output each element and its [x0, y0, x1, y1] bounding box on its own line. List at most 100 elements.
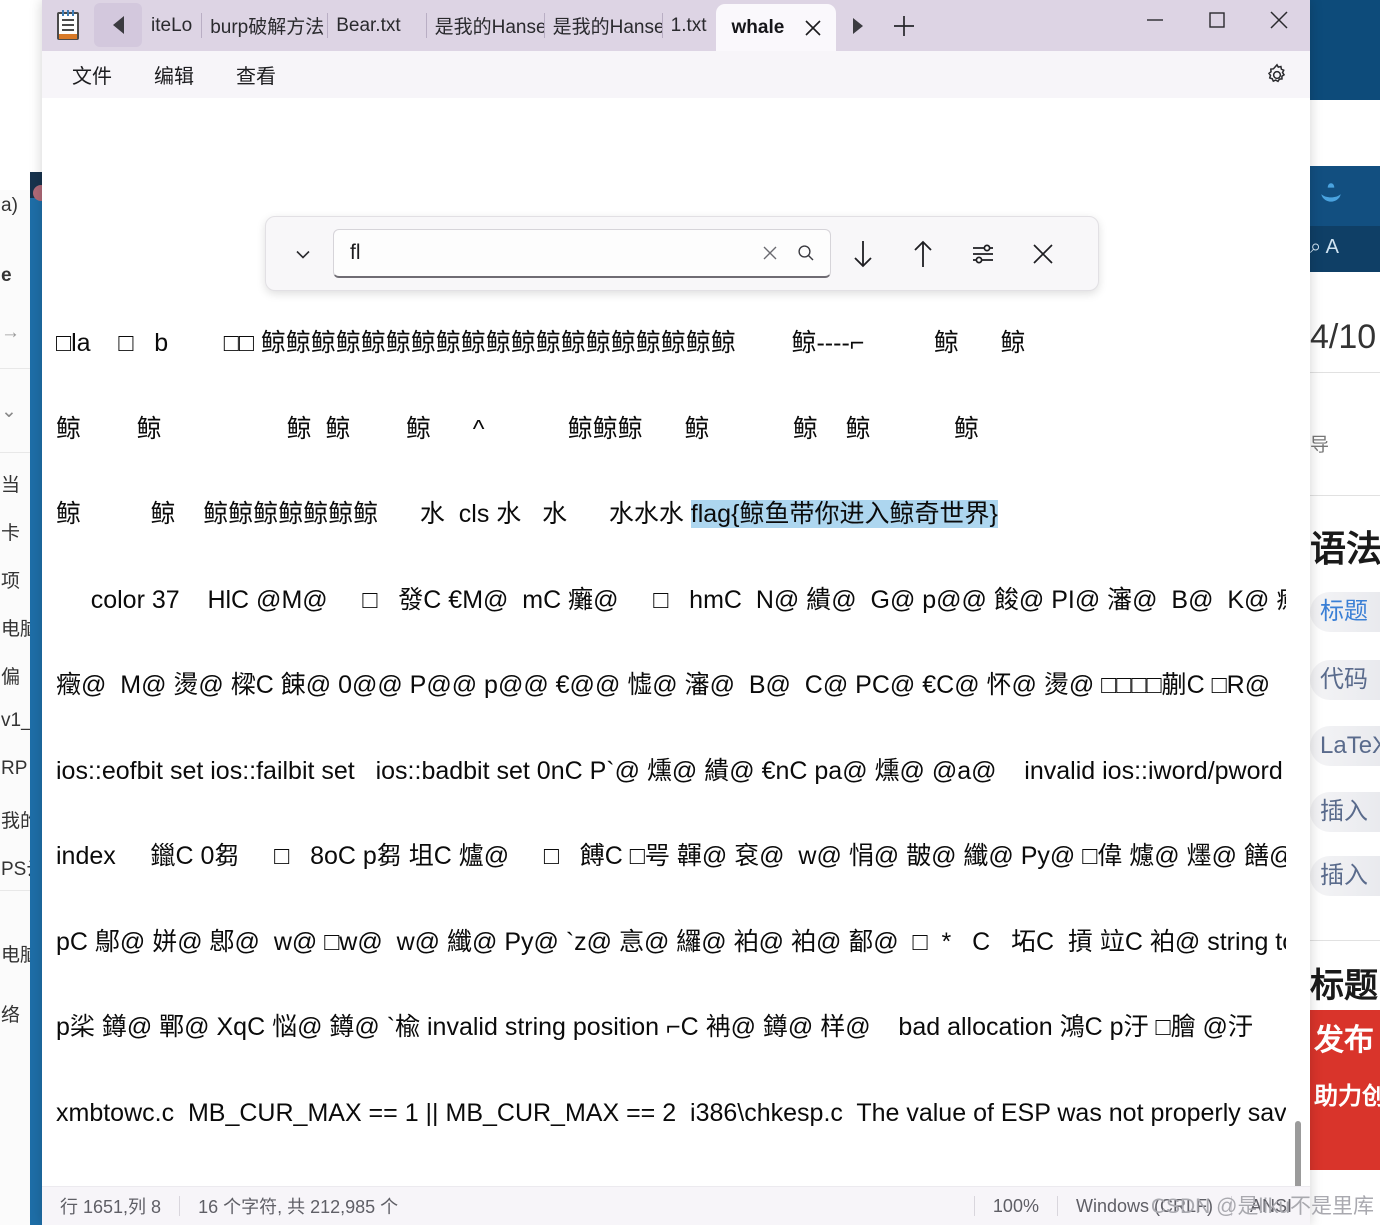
search-match-highlight: flag{鲸鱼带你进入鲸奇世界} [690, 500, 998, 528]
background-right-pill-1[interactable]: 代码 [1310, 660, 1380, 700]
background-right-divider-0 [1310, 372, 1380, 373]
tab-item[interactable]: Bear.txt [327, 0, 409, 51]
document-line: ios::eofbit set ios::failbit set ios::ba… [56, 756, 1283, 785]
document-line-with-highlight: 鲸 鲸 鲸鲸鲸鲸鲸鲸鲸 水 cls 水 水 水水水 flag{鲸鱼带你进入鲸奇世… [56, 500, 1286, 529]
background-right-search-icon: ⌕ A [1310, 236, 1339, 258]
tab-list: iteLo burp破解方法 Bear.txt 是我的Hanse 是我的Hans… [142, 0, 837, 51]
background-left-text-3: ⌄ [1, 401, 17, 422]
find-previous-button[interactable] [895, 228, 951, 280]
background-right-divider-1 [1310, 495, 1380, 496]
tab-label: 是我的Hanse [552, 17, 662, 38]
maximize-button[interactable] [1186, 0, 1248, 40]
search-button[interactable] [788, 235, 824, 271]
background-left-divider-2 [0, 890, 30, 891]
tab-item[interactable]: iteLo [142, 0, 201, 51]
find-input-shell[interactable] [333, 229, 831, 278]
arrow-up-icon [914, 240, 932, 267]
menu-bar: 文件 编辑 查看 [42, 51, 1310, 98]
background-left-item-6: RP [1, 758, 28, 779]
close-icon [1033, 243, 1053, 264]
tab-item[interactable]: 是我的Hanse [425, 0, 544, 51]
chevron-down-icon [296, 250, 310, 259]
document-line: index 鑞C 0芻 □ 8oC p芻 坥C 爐@ □ 餺C □咢 韗@ 袞@… [56, 842, 1286, 870]
tabs-scroll-left-button[interactable] [94, 3, 142, 47]
tab-label: whale [731, 16, 785, 38]
tab-label: Bear.txt [336, 14, 401, 36]
tabs-scroll-right-button[interactable] [836, 0, 880, 51]
background-right-pill-2[interactable]: LaTeX [1310, 726, 1380, 766]
menu-file[interactable]: 文件 [56, 54, 128, 95]
menu-edit[interactable]: 编辑 [138, 54, 210, 95]
new-tab-button[interactable] [880, 0, 928, 51]
background-right-pill-3[interactable]: 插入 [1310, 792, 1380, 832]
scrollbar-thumb[interactable] [1295, 1121, 1301, 1186]
find-expand-button[interactable] [282, 233, 324, 275]
background-right-banner-text-1: 助力创 [1314, 1083, 1380, 1110]
background-blue-sidebar [30, 190, 42, 1225]
triangle-left-icon [112, 16, 124, 34]
vertical-scrollbar[interactable] [1290, 98, 1306, 1186]
document-line-prefix: 鲸 鲸 鲸鲸鲸鲸鲸鲸鲸 水 cls 水 水 水水水 [56, 500, 691, 528]
background-left-text-0: a) [1, 195, 18, 216]
tab-strip: iteLo burp破解方法 Bear.txt 是我的Hanse 是我的Hans… [42, 0, 1310, 51]
find-next-button[interactable] [835, 228, 891, 280]
sliders-icon [973, 244, 993, 263]
tab-item[interactable]: 是我的Hanse [543, 0, 662, 51]
background-left-divider-0 [0, 368, 30, 369]
tab-label: 1.txt [670, 14, 707, 36]
background-left-item-0: 当 [1, 475, 21, 496]
cursor-position[interactable]: 行 1651,列 8 [42, 1195, 179, 1217]
tab-item-active[interactable]: whale [715, 4, 837, 51]
background-left-item-4: 偏 [1, 667, 21, 688]
tab-item[interactable]: burp破解方法 [201, 0, 327, 51]
background-left-text-1: e [1, 265, 12, 286]
find-close-button[interactable] [1015, 228, 1071, 280]
background-left-divider-1 [0, 452, 30, 453]
tab-label: burp破解方法 [210, 17, 325, 38]
maximize-icon [1209, 12, 1225, 28]
close-window-button[interactable] [1248, 0, 1310, 40]
whale-icon [1321, 183, 1341, 202]
status-bar: 行 1651,列 8 16 个字符, 共 212,985 个 100% Wind… [42, 1186, 1310, 1225]
gear-icon [1267, 63, 1286, 82]
triangle-right-icon [853, 17, 864, 34]
document-line: xmbtowc.c MB_CUR_MAX == 1 || MB_CUR_MAX … [56, 1098, 1286, 1127]
background-left-item-1: 卡 [1, 523, 21, 544]
zoom-level[interactable]: 100% [975, 1195, 1057, 1217]
document-line: color 37 HlC @M@ □ 發C €M@ mC 癱@ □ hmC N@… [56, 585, 1286, 614]
tab-item[interactable]: 1.txt [661, 0, 716, 51]
background-right-heading: 语法 [1310, 528, 1380, 569]
background-right-pill-4[interactable]: 插入 [1310, 856, 1380, 896]
tab-label: iteLo [151, 14, 193, 36]
background-right-pill-0[interactable]: 标题 [1310, 592, 1380, 632]
arrow-down-icon [854, 240, 872, 267]
document-line: pC 鄥@ 姘@ 鄎@ w@ □w@ w@ 纖@ Py@ `z@ 悥@ 纙@ 袙… [56, 927, 1286, 956]
character-count: 16 个字符, 共 212,985 个 [198, 1197, 399, 1217]
menu-view[interactable]: 查看 [220, 54, 292, 95]
minimize-button[interactable] [1124, 0, 1186, 40]
background-right-subheading: 标题 [1310, 967, 1378, 1005]
document-line: □la □ b □□ 鲸鲸鲸鲸鲸鲸鲸鲸鲸鲸鲸鲸鲸鲸鲸鲸鲸鲸鲸 鲸----⌐ 鲸 … [56, 329, 1026, 357]
background-right-navy-bar [1310, 0, 1380, 100]
document-line: p桬 鐏@ 鄲@ XqC 悩@ 鐏@ `楡 invalid string pos… [56, 1013, 1253, 1041]
background-left-item-2: 项 [1, 571, 21, 592]
clear-search-button[interactable] [752, 235, 788, 271]
background-left-text-2: → [1, 322, 20, 343]
background-right-date: 4/10 [1310, 318, 1377, 356]
clear-x-icon [763, 246, 777, 260]
background-left-item-10: 络 [1, 1005, 21, 1026]
plus-icon [894, 15, 915, 36]
document-lines: □la □ b □□ 鲸鲸鲸鲸鲸鲸鲸鲸鲸鲸鲸鲸鲸鲸鲸鲸鲸鲸鲸 鲸----⌐ 鲸 … [56, 272, 1286, 1184]
close-icon[interactable] [800, 15, 826, 41]
editor-area[interactable]: □la □ b □□ 鲸鲸鲸鲸鲸鲸鲸鲸鲸鲸鲸鲸鲸鲸鲸鲸鲸鲸鲸 鲸----⌐ 鲸 … [42, 98, 1310, 1186]
find-options-button[interactable] [955, 228, 1011, 280]
background-left-item-5: v1_ [1, 710, 30, 731]
find-input[interactable] [348, 229, 752, 277]
status-right-group: 100% Windows (CRLF) ANSI [973, 1195, 1310, 1217]
find-bar [265, 216, 1099, 291]
encoding[interactable]: ANSI [1232, 1195, 1310, 1217]
background-left-item-8: PS云 [1, 859, 30, 880]
background-right-divider-2 [1310, 940, 1380, 941]
line-ending[interactable]: Windows (CRLF) [1058, 1195, 1231, 1217]
settings-button[interactable] [1258, 56, 1296, 94]
